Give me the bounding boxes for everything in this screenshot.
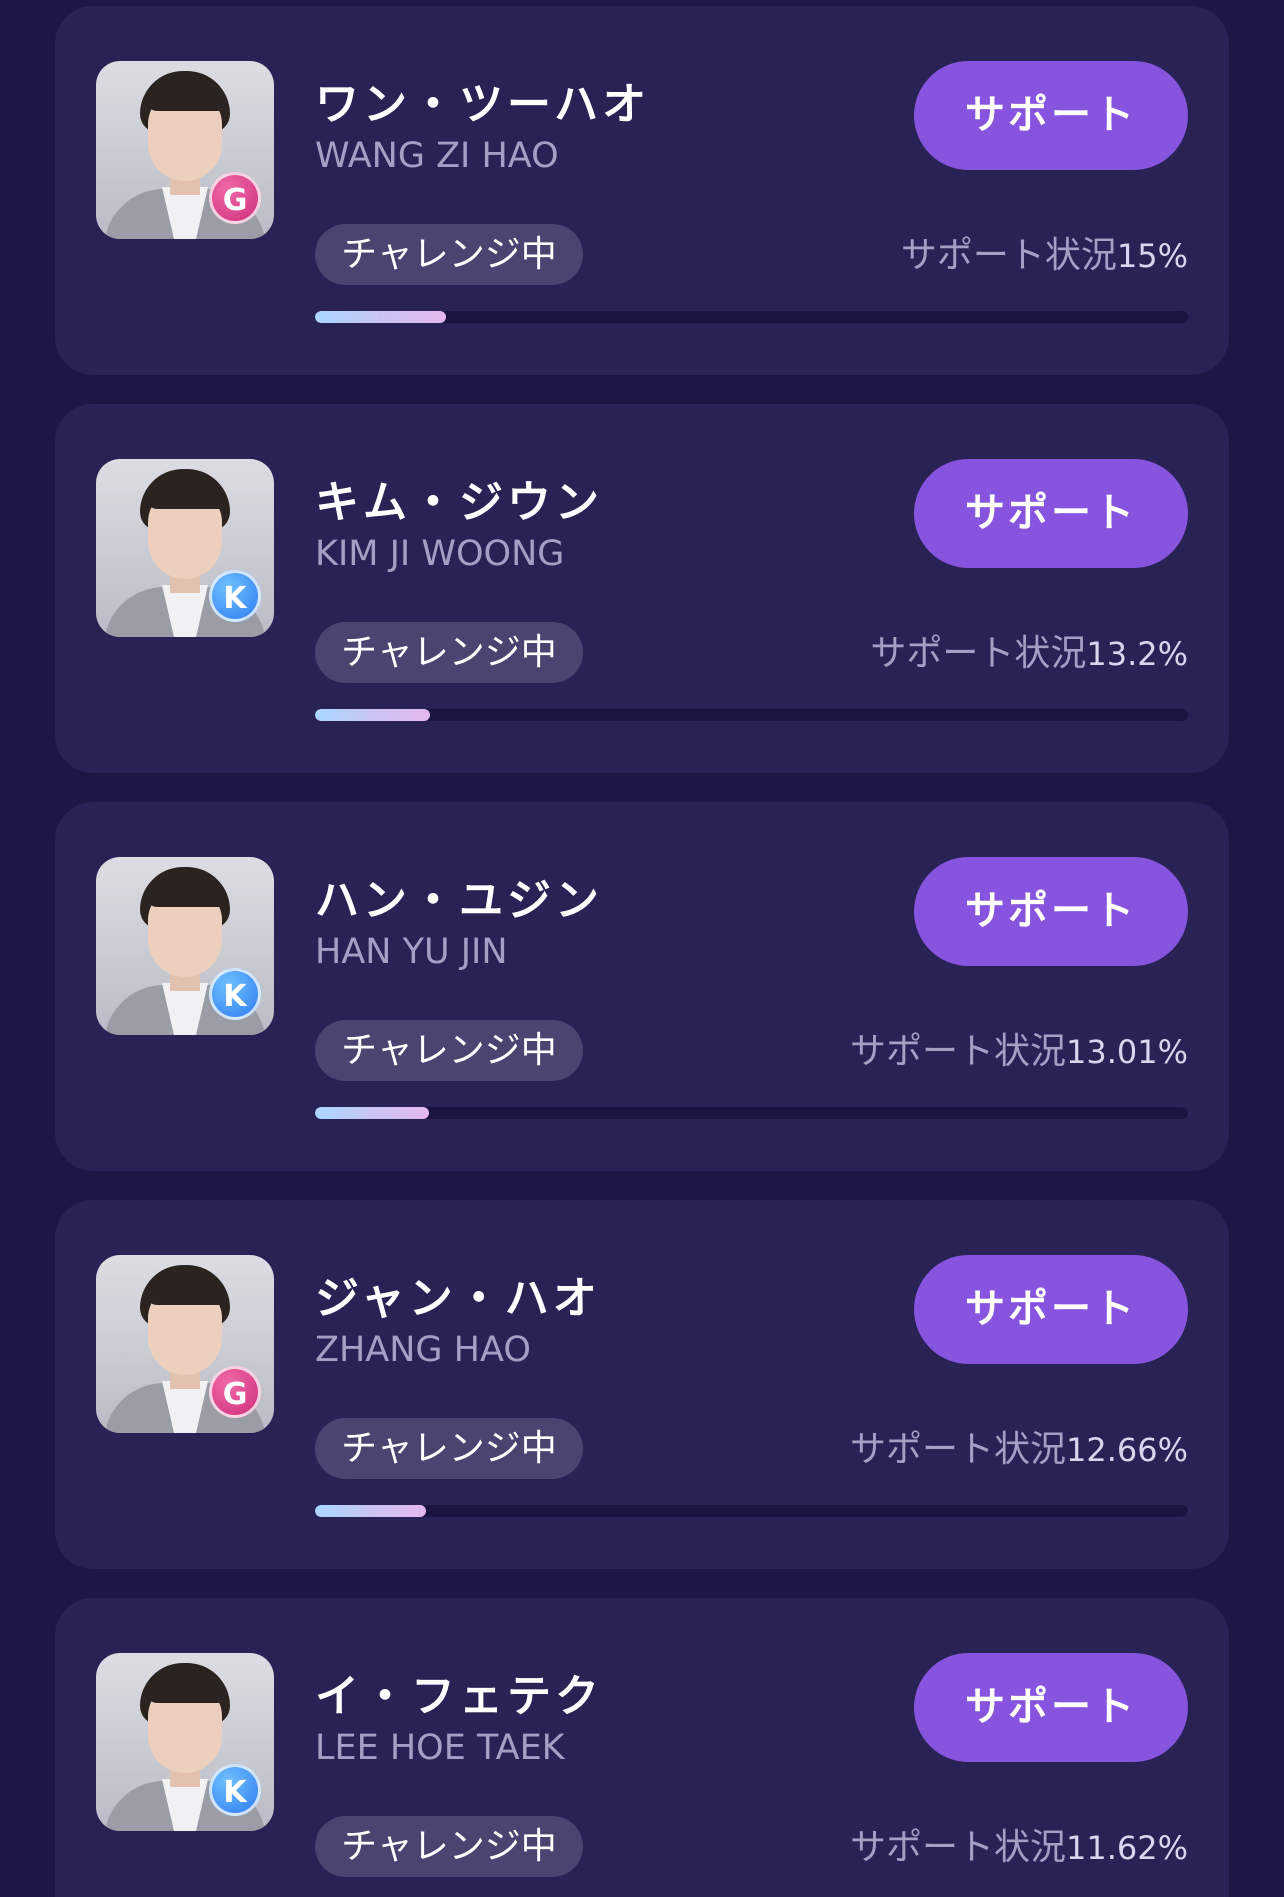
support-percent: 15% [1116,237,1188,275]
status-badge: チャレンジ中 [315,622,583,683]
support-status-label: サポート状況 [849,1031,1066,1072]
candidate-name-jp: ジャン・ハオ [315,1273,601,1324]
candidate-card: K ハン・ユジン HAN YU JIN サポート チャレンジ中 サポート状況13… [55,802,1229,1171]
candidate-name-en: KIM JI WOONG [315,534,565,574]
candidate-photo[interactable]: K [96,459,274,637]
support-progress-fill [315,1505,426,1517]
support-progress-fill [315,311,446,323]
candidate-card: K イ・フェテク LEE HOE TAEK サポート チャレンジ中 サポート状況… [55,1598,1229,1897]
support-button[interactable]: サポート [914,459,1188,568]
group-badge-icon: K [209,570,261,622]
support-button[interactable]: サポート [914,1653,1188,1762]
group-badge-icon: K [209,968,261,1020]
group-badge-icon: G [209,1366,261,1418]
support-status: サポート状況12.66% [850,1428,1188,1472]
support-progress-bar [315,1505,1188,1517]
support-percent: 12.66% [1065,1431,1188,1469]
status-badge: チャレンジ中 [315,1418,583,1479]
support-button[interactable]: サポート [914,61,1188,170]
support-percent: 11.62% [1065,1829,1188,1867]
support-status: サポート状況13.01% [850,1030,1188,1074]
support-percent: 13.01% [1065,1033,1188,1071]
support-progress-fill [315,1107,429,1119]
candidate-name-jp: ハン・ユジン [315,875,603,926]
candidate-name-jp: イ・フェテク [315,1671,603,1722]
support-status-label: サポート状況 [870,633,1087,674]
candidate-name-en: ZHANG HAO [315,1330,531,1370]
candidate-photo[interactable]: G [96,1255,274,1433]
candidate-card: G ジャン・ハオ ZHANG HAO サポート チャレンジ中 サポート状況12.… [55,1200,1229,1569]
support-progress-bar [315,311,1188,323]
candidate-photo[interactable]: K [96,857,274,1035]
support-status-label: サポート状況 [900,235,1117,276]
candidate-photo[interactable]: K [96,1653,274,1831]
candidate-list: G ワン・ツーハオ WANG ZI HAO サポート チャレンジ中 サポート状況… [0,0,1284,1897]
support-status: サポート状況15% [901,234,1188,278]
candidate-photo[interactable]: G [96,61,274,239]
support-button[interactable]: サポート [914,1255,1188,1364]
candidate-card: G ワン・ツーハオ WANG ZI HAO サポート チャレンジ中 サポート状況… [55,6,1229,375]
status-badge: チャレンジ中 [315,224,583,285]
group-badge-icon: G [209,172,261,224]
group-badge-icon: K [209,1764,261,1816]
support-progress-bar [315,1107,1188,1119]
support-status: サポート状況11.62% [850,1826,1188,1870]
candidate-name-jp: ワン・ツーハオ [315,79,651,130]
support-percent: 13.2% [1086,635,1188,673]
candidate-name-en: WANG ZI HAO [315,136,559,176]
support-status-label: サポート状況 [849,1429,1066,1470]
status-badge: チャレンジ中 [315,1816,583,1877]
support-status: サポート状況13.2% [870,632,1188,676]
candidate-name-jp: キム・ジウン [315,477,603,528]
candidate-name-en: LEE HOE TAEK [315,1728,565,1768]
support-progress-bar [315,709,1188,721]
support-button[interactable]: サポート [914,857,1188,966]
status-badge: チャレンジ中 [315,1020,583,1081]
candidate-card: K キム・ジウン KIM JI WOONG サポート チャレンジ中 サポート状況… [55,404,1229,773]
support-progress-fill [315,709,431,721]
candidate-name-en: HAN YU JIN [315,932,508,972]
support-status-label: サポート状況 [849,1827,1066,1868]
